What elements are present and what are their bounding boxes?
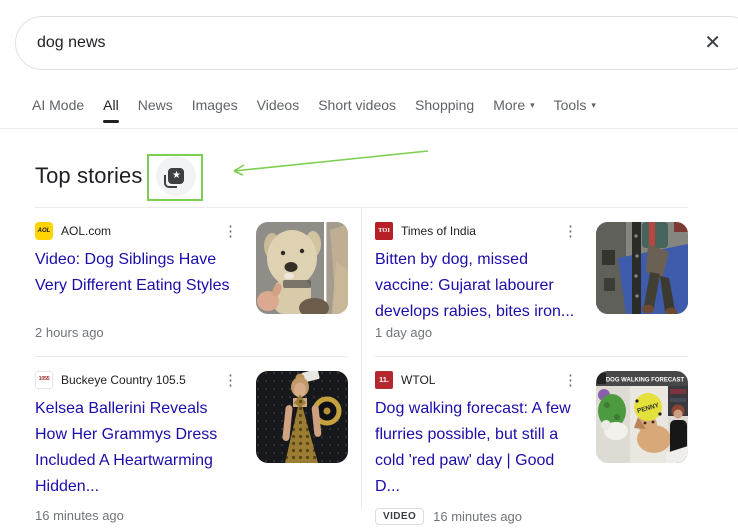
- search-bar[interactable]: ✕: [15, 16, 738, 70]
- more-options-icon[interactable]: ⋮: [219, 372, 242, 389]
- story-timestamp: 16 minutes ago: [35, 508, 124, 523]
- tab-short-videos[interactable]: Short videos: [318, 97, 396, 115]
- source-name: Buckeye Country 105.5: [61, 373, 186, 387]
- story-thumbnail-dog-video[interactable]: [256, 222, 348, 314]
- top-stories-heading: Top stories: [35, 163, 143, 188]
- svg-text:DOG WALKING FORECAST: DOG WALKING FORECAST: [606, 378, 685, 384]
- tab-videos[interactable]: Videos: [257, 97, 300, 115]
- source-row: 11. WTOL ⋮: [375, 371, 582, 389]
- top-stories-header: Top stories ★: [35, 155, 197, 197]
- aol-favicon: AOL: [35, 222, 53, 240]
- story-title-link[interactable]: Video: Dog Siblings Have Very Different …: [35, 247, 242, 299]
- more-options-icon[interactable]: ⋮: [559, 223, 582, 240]
- tabs-divider: [0, 128, 738, 129]
- tab-all[interactable]: All: [103, 97, 119, 123]
- story-timestamp: 1 day ago: [375, 325, 433, 340]
- stacked-cards-star-icon: ★: [164, 168, 185, 188]
- tab-tools[interactable]: Tools ▾: [554, 97, 596, 115]
- result-tabs: AI Mode All News Images Videos Short vid…: [32, 97, 596, 123]
- wtol-favicon: 11.: [375, 371, 393, 389]
- tab-images[interactable]: Images: [192, 97, 238, 115]
- top-stories-grid: AOL AOL.com ⋮ Video: Dog Siblings Have V…: [35, 207, 688, 531]
- story-thumbnail-grammys[interactable]: [256, 371, 348, 463]
- story-thumbnail-hospital[interactable]: [596, 222, 688, 314]
- source-name: AOL.com: [61, 224, 112, 238]
- source-row: TOI Times of India ⋮: [375, 222, 582, 240]
- video-badge: VIDEO: [375, 508, 425, 525]
- story-meta: 1 day ago: [375, 325, 582, 356]
- clear-search-icon[interactable]: ✕: [702, 31, 723, 55]
- story-title-link[interactable]: Bitten by dog, missed vaccine: Gujarat l…: [375, 247, 582, 325]
- story-card-aol[interactable]: AOL AOL.com ⋮ Video: Dog Siblings Have V…: [35, 208, 348, 356]
- story-timestamp: 2 hours ago: [35, 325, 104, 340]
- story-card-times-of-india[interactable]: TOI Times of India ⋮ Bitten by dog, miss…: [375, 208, 688, 356]
- times-of-india-favicon: TOI: [375, 222, 393, 240]
- story-thumbnail-dog-walking-forecast[interactable]: PENNY DOG WALKING FORECAST: [596, 371, 688, 463]
- buckeye-country-favicon: 1055: [35, 371, 53, 389]
- story-card-wtol[interactable]: 11. WTOL ⋮ Dog walking forecast: A few f…: [375, 356, 688, 531]
- source-name: Times of India: [401, 224, 476, 238]
- story-meta: VIDEO 16 minutes ago: [375, 508, 582, 525]
- chevron-down-icon: ▾: [591, 99, 596, 110]
- more-options-icon[interactable]: ⋮: [219, 223, 242, 240]
- story-title-link[interactable]: Dog walking forecast: A few flurries pos…: [375, 396, 582, 500]
- tab-news[interactable]: News: [138, 97, 173, 115]
- search-input[interactable]: [37, 34, 715, 52]
- story-title-link[interactable]: Kelsea Ballerini Reveals How Her Grammys…: [35, 396, 242, 500]
- story-meta: 16 minutes ago: [35, 508, 242, 523]
- source-row: AOL AOL.com ⋮: [35, 222, 242, 240]
- tab-more[interactable]: More ▾: [493, 97, 534, 115]
- source-name: WTOL: [401, 373, 436, 387]
- more-options-icon[interactable]: ⋮: [559, 372, 582, 389]
- story-timestamp: 16 minutes ago: [433, 509, 523, 524]
- tab-shopping[interactable]: Shopping: [415, 97, 474, 115]
- chevron-down-icon: ▾: [530, 99, 535, 110]
- tab-ai-mode[interactable]: AI Mode: [32, 97, 84, 115]
- story-card-buckeye-country[interactable]: 1055 Buckeye Country 105.5 ⋮ Kelsea Ball…: [35, 356, 348, 531]
- source-row: 1055 Buckeye Country 105.5 ⋮: [35, 371, 242, 389]
- top-stories-expand-button[interactable]: ★: [156, 156, 197, 196]
- story-meta: 2 hours ago: [35, 325, 242, 356]
